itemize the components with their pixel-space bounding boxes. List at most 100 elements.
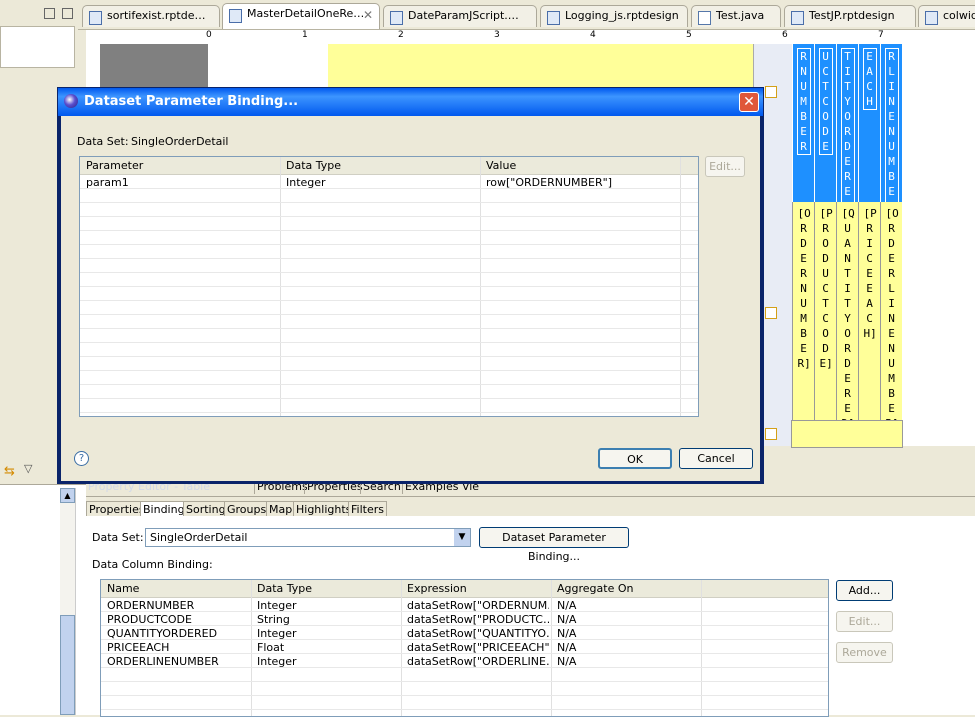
table-row[interactable]: PRODUCTCODE String dataSetRow["PRODUCTC… N/… [101, 612, 828, 626]
editor-tab[interactable]: TestJP.rptdesign [784, 5, 916, 27]
row-handle-icon[interactable] [765, 428, 777, 440]
view-menu-icon[interactable]: ▽ [24, 462, 32, 475]
column-header-cell[interactable]: RNUMBER [792, 44, 814, 202]
cancel-button[interactable]: Cancel [679, 448, 753, 469]
dataset-parameter-binding-button[interactable]: Dataset Parameter Binding... [479, 527, 629, 563]
column-header-label: RNUMBER [796, 48, 811, 155]
table-row[interactable] [80, 203, 698, 217]
property-tab-sorting[interactable]: Sorting [183, 501, 229, 517]
scroll-thumb[interactable] [60, 615, 75, 715]
property-tab-map[interactable]: Map [266, 501, 296, 517]
table-row[interactable] [80, 385, 698, 399]
column-header[interactable]: Value [486, 159, 516, 172]
footer-row[interactable] [791, 420, 903, 448]
maximize-icon[interactable] [62, 8, 73, 19]
editor-tab[interactable]: Logging_js.rptdesign [540, 5, 688, 27]
table-row[interactable] [80, 315, 698, 329]
table-cell: Float [257, 641, 285, 654]
column-header[interactable]: Expression [407, 582, 467, 595]
dialog-title-bar: Dataset Parameter Binding... ✕ [58, 88, 763, 116]
row-handle-icon[interactable] [765, 86, 777, 98]
editor-tab[interactable]: sortifexist.rptde… [82, 5, 220, 27]
property-tab-binding[interactable]: Binding [140, 501, 188, 517]
column-header[interactable]: Name [107, 582, 139, 595]
table-row[interactable] [80, 371, 698, 385]
table-row[interactable]: PRICEEACH Float dataSetRow["PRICEEACH"] N/A [101, 640, 828, 654]
binding-dataset-select[interactable]: SingleOrderDetail ▼ [145, 528, 471, 547]
row-handle-icon[interactable] [765, 307, 777, 319]
table-cell: dataSetRow["ORDERNUM… [407, 599, 549, 612]
property-tab-groups[interactable]: Groups [224, 501, 270, 517]
property-tab-highlights[interactable]: Highlights [293, 501, 355, 517]
table-row[interactable] [80, 329, 698, 343]
table-row[interactable] [80, 189, 698, 203]
ruler-number: 6 [782, 30, 788, 40]
column-header[interactable]: Aggregate On [557, 582, 633, 595]
table-row[interactable]: ORDERLINENUMBER Integer dataSetRow["ORDERL… [101, 654, 828, 668]
table-cell: N/A [557, 627, 577, 640]
table-row[interactable] [101, 696, 828, 710]
column-header[interactable]: Data Type [286, 159, 341, 172]
table-header: Name Data Type Expression Aggregate On [101, 580, 828, 598]
editor-tab[interactable]: MasterDetailOneRe… ✕ [222, 3, 380, 29]
close-icon[interactable]: ✕ [363, 8, 373, 22]
column-header-cell[interactable]: EACH [858, 44, 880, 202]
detail-field-label: [ORDERNUMBER] [797, 207, 811, 370]
close-icon[interactable]: ✕ [739, 92, 759, 112]
parameter-table[interactable]: Parameter Data Type Value param1 Integer row[… [79, 156, 699, 417]
table-row[interactable]: param1 Integer row["ORDERNUMBER"] [80, 175, 698, 189]
table-row[interactable] [80, 259, 698, 273]
table-row[interactable] [80, 245, 698, 259]
scroll-up-icon[interactable]: ▲ [60, 488, 75, 503]
grid-yellow-cell[interactable] [328, 44, 444, 90]
detail-field-cell[interactable]: [ORDERNUMBER] [792, 202, 814, 420]
column-header-cell[interactable]: UCTCODE [814, 44, 836, 202]
table-row[interactable]: ORDERNUMBER Integer dataSetRow["ORDERNUM… N… [101, 598, 828, 612]
sync-icon[interactable]: ⇆ [4, 464, 15, 479]
editor-tab[interactable]: DateParamJScript.… [383, 5, 537, 27]
help-icon[interactable]: ? [74, 451, 89, 466]
table-cell: N/A [557, 613, 577, 626]
table-row[interactable]: QUANTITYORDERED Integer dataSetRow["QUANTI… [101, 626, 828, 640]
table-row[interactable] [80, 217, 698, 231]
table-row[interactable] [80, 287, 698, 301]
grid-yellow-cell[interactable] [673, 44, 754, 90]
chevron-down-icon[interactable]: ▼ [454, 529, 470, 546]
column-header-label: UCTCODE [818, 48, 833, 155]
column-header[interactable]: Parameter [86, 159, 143, 172]
edit-binding-button[interactable]: Edit... [836, 611, 893, 632]
minimize-icon[interactable] [44, 8, 55, 19]
column-binding-table[interactable]: Name Data Type Expression Aggregate On ORDER… [100, 579, 829, 717]
dialog-title: Dataset Parameter Binding... [84, 94, 299, 109]
table-row[interactable] [80, 343, 698, 357]
binding-dataset-value: SingleOrderDetail [150, 531, 248, 544]
ruler-number: 4 [590, 30, 596, 40]
detail-field-cell[interactable]: [ORDERLINENUMBER] [880, 202, 902, 430]
property-tab-filters[interactable]: Filters [348, 501, 387, 517]
edit-parameter-button[interactable]: Edit... [705, 156, 745, 177]
editor-tab[interactable]: Test.java [691, 5, 781, 27]
table-row[interactable] [101, 682, 828, 696]
detail-field-cell[interactable]: [PRODUCTCODE] [814, 202, 836, 420]
remove-binding-button[interactable]: Remove [836, 642, 893, 663]
ok-button[interactable]: OK [598, 448, 672, 469]
table-row[interactable] [80, 301, 698, 315]
property-tab-properties[interactable]: Properties [86, 501, 148, 517]
grid-yellow-cell[interactable] [443, 44, 559, 90]
detail-field-cell[interactable]: [QUANTITYORDERED] [836, 202, 858, 430]
column-header-cell[interactable]: RLINENUMBER [880, 44, 902, 215]
column-header[interactable]: Data Type [257, 582, 312, 595]
column-header-cell[interactable]: TITYORDERED [836, 44, 858, 215]
detail-field-cell[interactable]: [PRICEEACH] [858, 202, 880, 420]
table-cell: N/A [557, 641, 577, 654]
table-row[interactable] [80, 231, 698, 245]
editor-tab[interactable]: colwidt [918, 5, 975, 27]
grid-yellow-cell[interactable] [558, 44, 674, 90]
table-row[interactable] [80, 399, 698, 413]
table-row[interactable] [80, 357, 698, 371]
ruler: 0 1 2 3 4 5 6 7 [86, 30, 975, 45]
add-binding-button[interactable]: Add... [836, 580, 893, 601]
table-row[interactable] [101, 668, 828, 682]
table-row[interactable] [80, 273, 698, 287]
editor-tab-label: DateParamJScript.… [408, 9, 519, 22]
